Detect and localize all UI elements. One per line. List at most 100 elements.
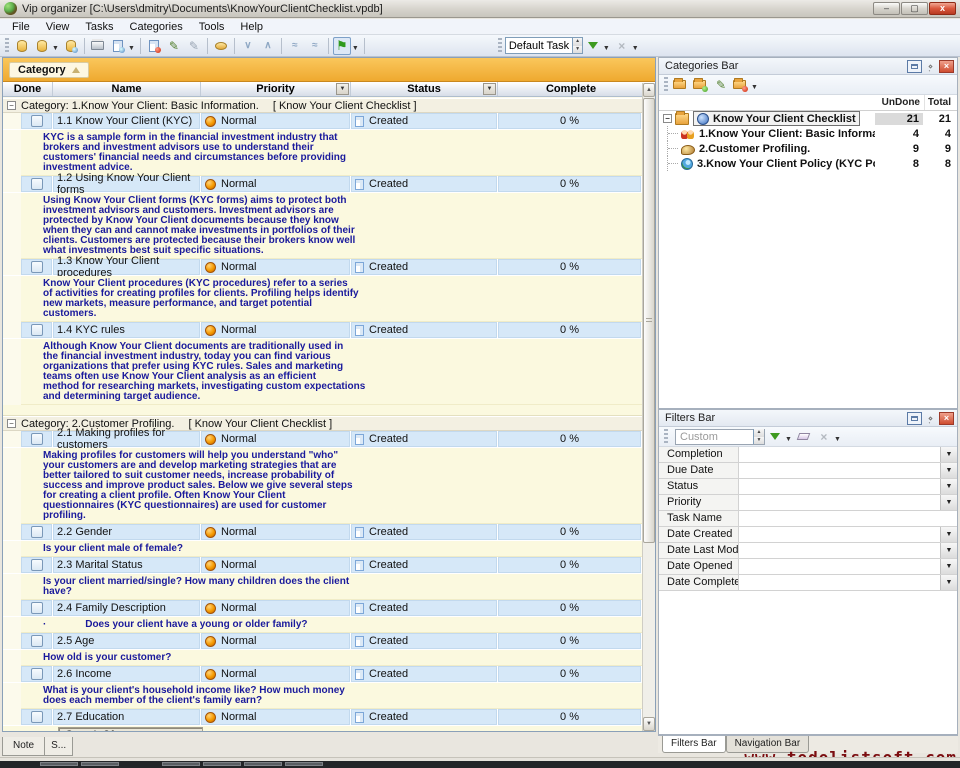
filter-value-field[interactable]	[739, 463, 940, 478]
menu-file[interactable]: File	[4, 20, 38, 34]
collapse-tree-icon[interactable]: −	[663, 114, 672, 123]
new-task-icon[interactable]	[145, 37, 163, 55]
priority-cell[interactable]: Normal	[201, 431, 351, 447]
done-checkbox[interactable]	[31, 602, 43, 614]
bottom-tab-note[interactable]: Note	[2, 737, 45, 756]
view-mode-icon[interactable]: ⚑	[333, 37, 351, 55]
filter-dropdown-button[interactable]: ▼	[940, 543, 957, 558]
task-row[interactable]: 2.3 Marital StatusNormalCreated0 %	[3, 557, 642, 574]
done-checkbox[interactable]	[31, 324, 43, 336]
chevron-down-icon[interactable]: ▼	[128, 45, 135, 52]
task-view-combobox[interactable]: Default Task V ▲▼	[505, 37, 583, 54]
task-name-cell[interactable]: 2.5 Age	[53, 633, 201, 649]
priority-cell[interactable]: Normal	[201, 600, 351, 616]
filter-dropdown-button[interactable]: ▼	[940, 559, 957, 574]
task-row[interactable]: 1.1 Know Your Client (KYC)NormalCreated0…	[3, 113, 642, 130]
print-icon[interactable]	[89, 37, 107, 55]
group-by-chip-category[interactable]: Category	[9, 62, 89, 78]
menu-view[interactable]: View	[38, 20, 78, 34]
category-group-row[interactable]: −Category: 1.Know Your Client: Basic Inf…	[3, 98, 642, 113]
delete-filter-icon[interactable]: ×	[815, 428, 833, 446]
clear-filter-icon[interactable]	[795, 428, 813, 446]
done-checkbox[interactable]	[31, 178, 43, 190]
new-database-icon[interactable]	[13, 37, 31, 55]
panel-pin-icon[interactable]	[923, 60, 938, 73]
task-name-cell[interactable]: 1.3 Know Your Client procedures	[53, 259, 201, 275]
scroll-down-button[interactable]: ▼	[643, 717, 655, 731]
category-tree-item[interactable]: −Know Your Client Checklist2121	[659, 111, 957, 126]
apply-view-icon[interactable]	[584, 37, 602, 55]
chevron-down-icon[interactable]: ▼	[352, 45, 359, 52]
status-cell[interactable]: Created	[351, 524, 498, 540]
bottom-tab-s[interactable]: S...	[45, 737, 73, 756]
dock-tab-filters-bar[interactable]: Filters Bar	[662, 736, 726, 753]
panel-close-icon[interactable]: ×	[939, 412, 954, 425]
toolbar-drag-handle[interactable]	[664, 429, 668, 445]
toolbar-drag-handle[interactable]	[498, 38, 502, 54]
priority-cell[interactable]: Normal	[201, 666, 351, 682]
toolbar-drag-handle[interactable]	[5, 38, 9, 54]
close-button[interactable]: x	[929, 2, 956, 15]
priority-cell[interactable]: Normal	[201, 259, 351, 275]
show-notes-icon[interactable]	[212, 37, 230, 55]
filter-value-field[interactable]	[739, 559, 940, 574]
status-cell[interactable]: Created	[351, 431, 498, 447]
assign-task-icon[interactable]: ✎	[185, 37, 203, 55]
minimize-button[interactable]: –	[873, 2, 900, 15]
menu-tools[interactable]: Tools	[191, 20, 233, 34]
move-up-icon[interactable]: ∧	[259, 37, 277, 55]
edit-task-icon[interactable]: ✎	[165, 37, 183, 55]
status-cell[interactable]: Created	[351, 709, 498, 725]
filter-value-field[interactable]	[739, 495, 940, 510]
priority-cell[interactable]: Normal	[201, 322, 351, 338]
filter-value-field[interactable]	[739, 479, 940, 494]
done-checkbox[interactable]	[31, 261, 43, 273]
category-tree-item[interactable]: 3.Know Your Client Policy (KYC Policy).8…	[659, 156, 957, 171]
toolbar-overflow-icon[interactable]: ▼	[632, 45, 639, 52]
task-name-cell[interactable]: 2.2 Gender	[53, 524, 201, 540]
done-checkbox[interactable]	[31, 668, 43, 680]
category-tree-item[interactable]: 1.Know Your Client: Basic Information.44	[659, 126, 957, 141]
status-filter-button[interactable]: ▼	[483, 83, 496, 95]
category-tree-item[interactable]: 2.Customer Profiling.99	[659, 141, 957, 156]
task-row[interactable]: 2.1 Making profiles for customersNormalC…	[3, 431, 642, 448]
vertical-scrollbar[interactable]: ▲ ▼	[642, 83, 655, 731]
toolbar-drag-handle[interactable]	[664, 77, 668, 93]
priority-cell[interactable]: Normal	[201, 709, 351, 725]
status-cell[interactable]: Created	[351, 259, 498, 275]
filter-dropdown-button[interactable]: ▼	[940, 479, 957, 494]
new-category-icon[interactable]	[672, 76, 690, 94]
menu-categories[interactable]: Categories	[122, 20, 191, 34]
tree-column-total[interactable]: Total	[925, 95, 955, 110]
column-header-status[interactable]: Status▼	[351, 82, 498, 96]
task-row[interactable]: 2.2 GenderNormalCreated0 %	[3, 524, 642, 541]
status-cell[interactable]: Created	[351, 322, 498, 338]
chevron-down-icon[interactable]: ▼	[52, 45, 59, 52]
delete-view-icon[interactable]: ×	[613, 37, 631, 55]
status-cell[interactable]: Created	[351, 113, 498, 129]
panel-pin-icon[interactable]	[923, 412, 938, 425]
filter-value-field[interactable]	[739, 511, 957, 526]
panel-close-icon[interactable]: ×	[939, 60, 954, 73]
priority-cell[interactable]: Normal	[201, 524, 351, 540]
done-checkbox[interactable]	[31, 635, 43, 647]
expand-all-icon[interactable]: ≈	[286, 37, 304, 55]
task-name-cell[interactable]: 2.3 Marital Status	[53, 557, 201, 573]
chevron-down-icon[interactable]: ▼	[603, 45, 610, 52]
apply-filter-icon[interactable]	[766, 428, 784, 446]
filter-dropdown-button[interactable]: ▼	[940, 495, 957, 510]
edit-category-icon[interactable]: ✎	[712, 76, 730, 94]
priority-cell[interactable]: Normal	[201, 176, 351, 192]
tree-column-undone[interactable]: UnDone	[877, 95, 925, 110]
collapse-all-icon[interactable]: ≈	[306, 37, 324, 55]
move-down-icon[interactable]: ∨	[239, 37, 257, 55]
priority-cell[interactable]: Normal	[201, 633, 351, 649]
delete-category-icon[interactable]	[732, 76, 750, 94]
status-cell[interactable]: Created	[351, 176, 498, 192]
task-name-cell[interactable]: 2.6 Income	[53, 666, 201, 682]
filter-value-field[interactable]	[739, 527, 940, 542]
status-cell[interactable]: Created	[351, 557, 498, 573]
scrollbar-thumb[interactable]	[643, 98, 655, 543]
task-name-cell[interactable]: 1.1 Know Your Client (KYC)	[53, 113, 201, 129]
done-checkbox[interactable]	[31, 559, 43, 571]
